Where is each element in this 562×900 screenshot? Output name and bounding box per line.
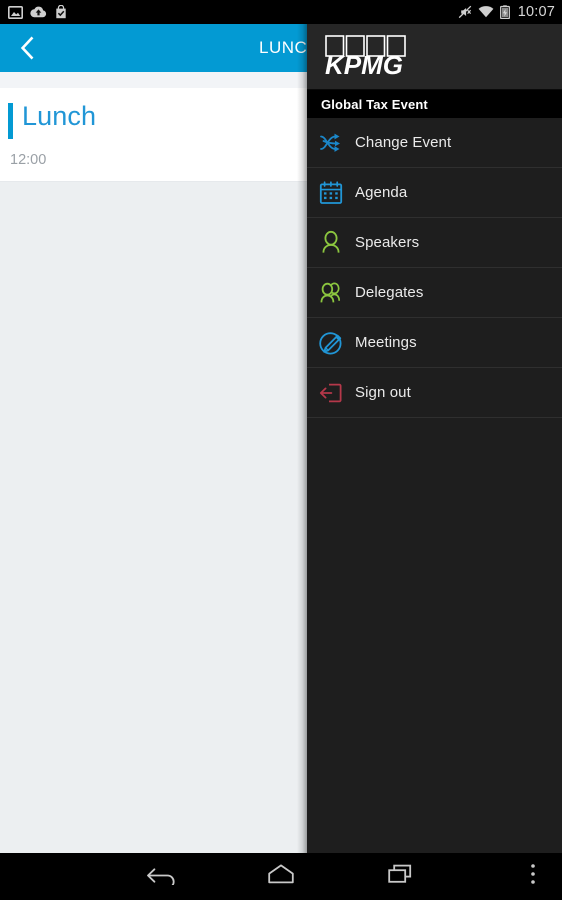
device-screen: 10:07 LUNCH Lunch 12:00 KPMG Global Tax … (0, 0, 562, 900)
drawer-item-label: Change Event (355, 134, 452, 151)
drawer-item-label: Sign out (355, 384, 411, 401)
drawer-item-label: Meetings (355, 334, 417, 351)
sign-out-arrow-icon (307, 380, 355, 406)
status-bar-clock: 10:07 (517, 4, 555, 20)
nav-overflow-button[interactable] (518, 853, 548, 900)
mute-ringer-off-icon (458, 5, 472, 19)
system-navigation-bar (0, 853, 562, 900)
drawer-item-change-event[interactable]: Change Event (307, 118, 562, 168)
back-chevron-icon[interactable] (0, 24, 54, 72)
recents-squares-icon (386, 863, 416, 890)
drawer-item-speakers[interactable]: Speakers (307, 218, 562, 268)
kpmg-wordmark: KPMG (325, 50, 403, 79)
drawer-brand-header: KPMG (307, 24, 562, 90)
nav-back-button[interactable] (136, 853, 186, 900)
status-bar-system-icons: 10:07 (458, 4, 555, 20)
back-arrow-icon (145, 863, 177, 890)
people-group-icon (307, 280, 355, 306)
event-time: 12:00 (10, 152, 47, 168)
drawer-event-header: Global Tax Event (307, 90, 562, 118)
status-bar-notification-icons (8, 5, 68, 19)
navigation-drawer: KPMG Global Tax Event Change Event Agend… (307, 24, 562, 853)
wifi-icon (478, 6, 494, 18)
event-title: Lunch (22, 101, 97, 131)
home-pentagon-icon (266, 863, 296, 890)
cloud-upload-icon (30, 6, 47, 18)
nav-recents-button[interactable] (376, 853, 426, 900)
battery-charging-icon (499, 5, 510, 19)
pen-circle-icon (307, 330, 355, 356)
calendar-icon (307, 180, 355, 206)
drawer-item-label: Speakers (355, 234, 420, 251)
accent-bar (8, 103, 13, 139)
gallery-image-icon (8, 5, 23, 19)
drawer-item-agenda[interactable]: Agenda (307, 168, 562, 218)
overflow-dots-icon (529, 862, 537, 891)
play-store-bag-check-icon (54, 5, 68, 19)
shuffle-arrows-icon (307, 130, 355, 156)
drawer-item-sign-out[interactable]: Sign out (307, 368, 562, 418)
drawer-item-meetings[interactable]: Meetings (307, 318, 562, 368)
drawer-item-label: Delegates (355, 284, 424, 301)
drawer-item-label: Agenda (355, 184, 408, 201)
kpmg-logo: KPMG (325, 35, 407, 84)
status-bar: 10:07 (0, 0, 562, 24)
drawer-item-delegates[interactable]: Delegates (307, 268, 562, 318)
person-icon (307, 230, 355, 256)
nav-home-button[interactable] (256, 853, 306, 900)
drawer-event-name: Global Tax Event (321, 96, 428, 112)
